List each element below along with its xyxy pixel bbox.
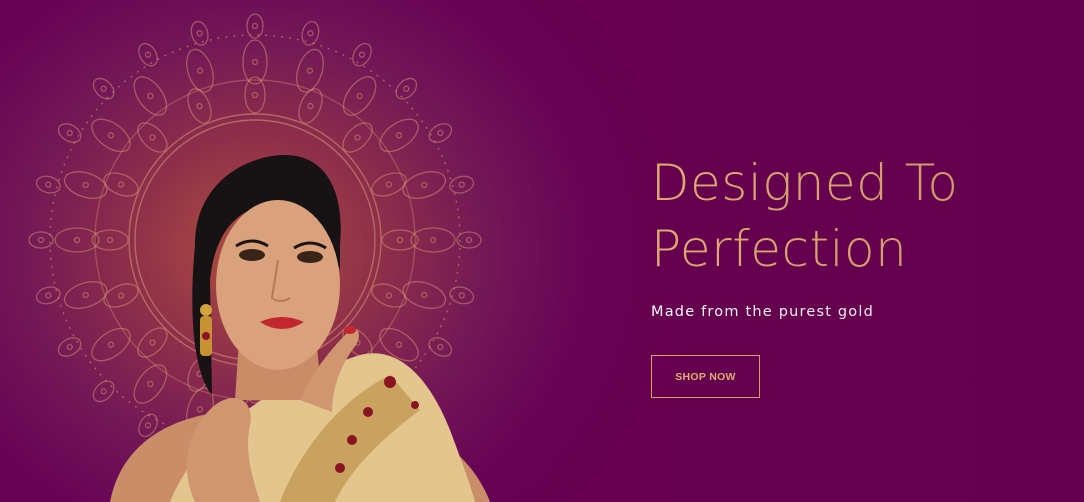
headline-line-1: Designed To [651, 154, 959, 212]
hero-banner: Designed To Perfection Made from the pur… [0, 0, 1084, 502]
hero-headline: Designed To Perfection [651, 150, 1071, 282]
hero-copy: Designed To Perfection Made from the pur… [651, 150, 1071, 320]
hero-subtitle: Made from the purest gold [651, 304, 875, 320]
headline-line-2: Perfection [651, 220, 908, 278]
shop-now-button[interactable]: SHOP NOW [651, 355, 760, 398]
model-portrait-image [110, 155, 490, 502]
